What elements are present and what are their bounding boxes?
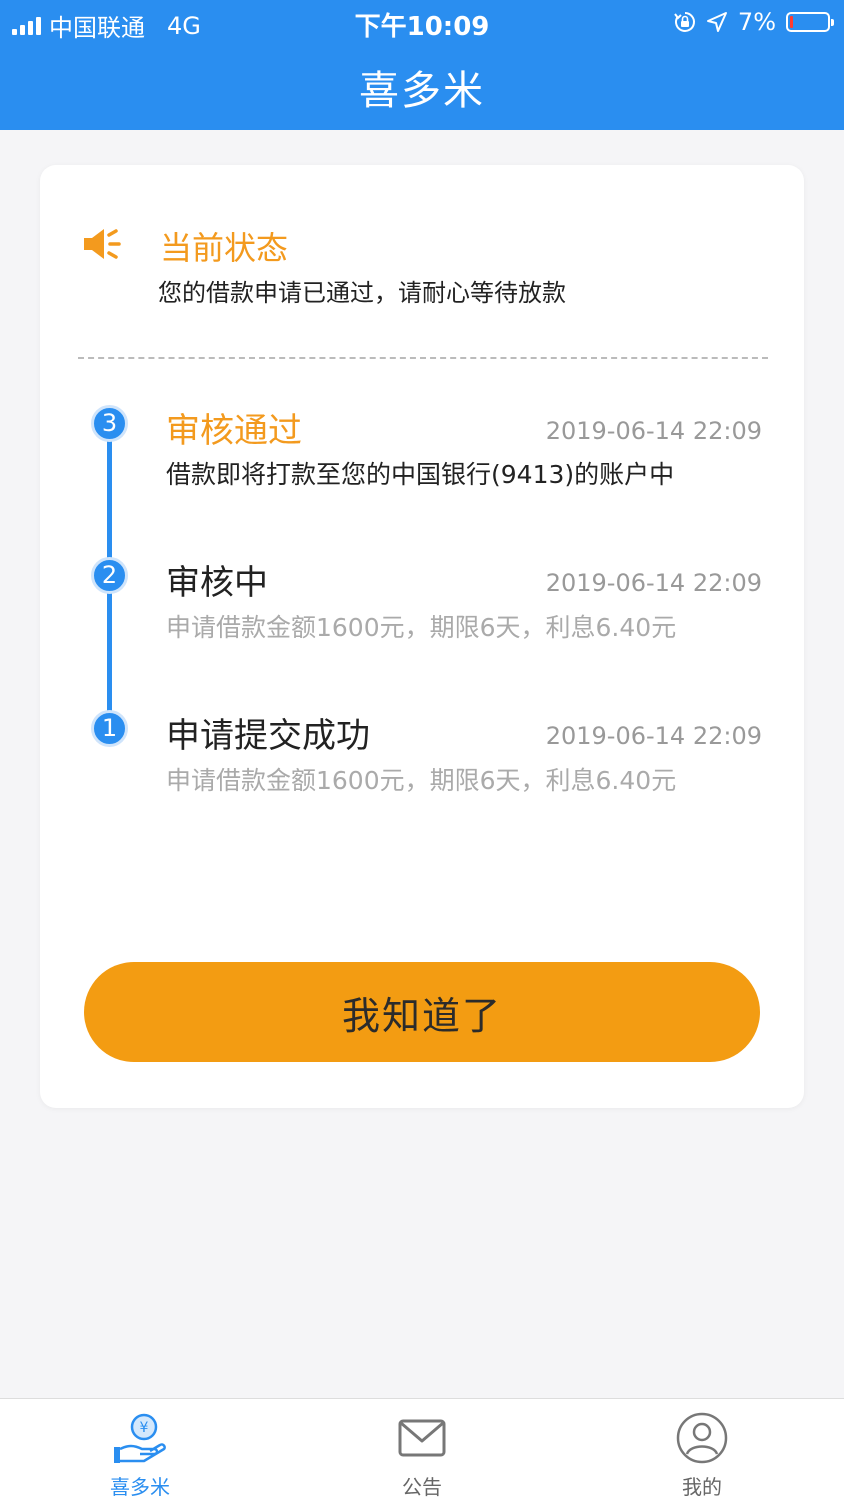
step-number: 2 [91,557,128,594]
tab-label: 我的 [682,1475,722,1499]
divider [78,357,768,359]
step-title: 申请提交成功 [166,716,370,756]
status-description: 您的借款申请已通过，请耐心等待放款 [158,279,566,307]
step-number: 3 [91,405,128,442]
acknowledge-button[interactable]: 我知道了 [84,962,760,1062]
tab-label: 喜多米 [110,1475,170,1499]
battery-icon [786,12,834,32]
status-title: 当前状态 [160,229,289,267]
step-time: 2019-06-14 22:09 [545,569,762,597]
location-icon [706,12,727,32]
status-right: 7% [674,8,834,36]
app-header: 中国联通 4G 下午10:09 7% 喜多米 [0,0,844,130]
tab-profile[interactable]: 我的 [622,1399,782,1501]
tab-label: 公告 [402,1475,442,1499]
step-description: 申请借款金额1600元，期限6天，利息6.40元 [166,613,677,642]
step-time: 2019-06-14 22:09 [545,417,762,445]
svg-text:¥: ¥ [140,1420,149,1436]
step-number: 1 [91,710,128,747]
loan-status-card: 当前状态 您的借款申请已通过，请耐心等待放款 3 审核通过 2019-06-14… [40,165,804,1108]
orientation-lock-icon [674,12,695,32]
step-description: 申请借款金额1600元，期限6天，利息6.40元 [166,766,677,795]
battery-level [790,16,793,28]
tab-home[interactable]: ¥ 喜多米 [60,1399,220,1501]
page-title: 喜多米 [359,68,485,114]
step-title: 审核中 [166,563,268,603]
tab-notice[interactable]: 公告 [342,1399,502,1501]
tab-bar: ¥ 喜多米 公告 我的 [0,1398,844,1501]
user-icon [676,1412,728,1464]
speaker-icon [84,229,121,259]
yen-hand-icon: ¥ [114,1413,166,1463]
step-time: 2019-06-14 22:09 [545,722,762,750]
battery-percent: 7% [737,8,776,36]
step-title: 审核通过 [166,411,302,451]
status-bar: 中国联通 4G 下午10:09 7% [0,0,844,42]
envelope-icon [398,1419,446,1457]
step-description: 借款即将打款至您的中国银行(9413)的账户中 [166,460,675,489]
